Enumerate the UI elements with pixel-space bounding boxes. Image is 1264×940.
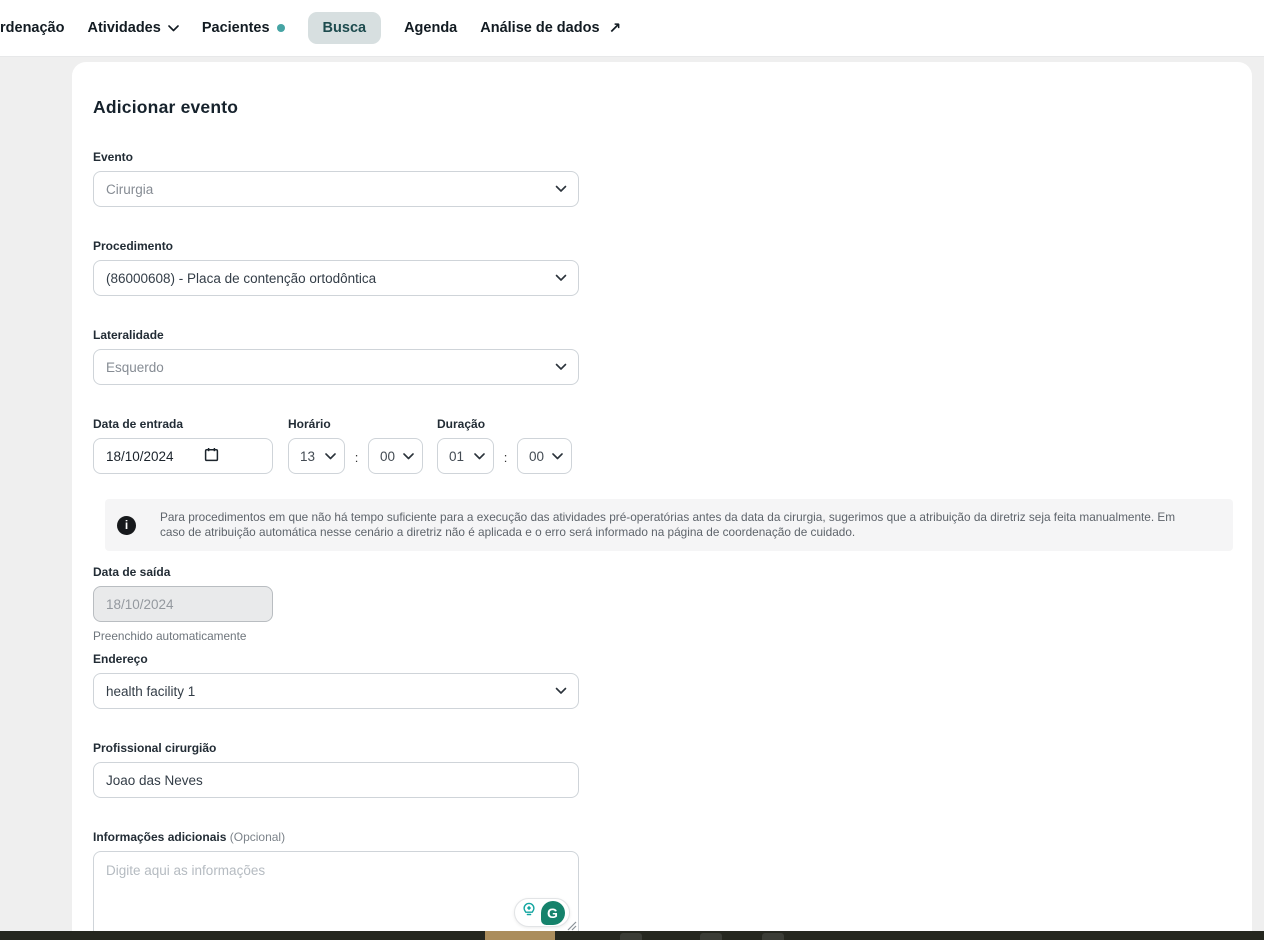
evento-label: Evento <box>93 150 1231 164</box>
nav-item-label: Análise de dados <box>480 20 599 36</box>
profissional-value: Joao das Neves <box>106 773 566 788</box>
procedimento-value: (86000608) - Placa de contenção ortodônt… <box>106 271 566 286</box>
field-data-entrada: Data de entrada 18/10/2024 <box>93 417 273 474</box>
informacoes-label: Informações adicionais (Opcional) <box>93 830 1231 844</box>
nav-item-agenda[interactable]: Agenda <box>404 20 457 36</box>
bottom-bar-item <box>620 933 642 940</box>
bottom-bar-highlight <box>485 931 555 940</box>
procedimento-label: Procedimento <box>93 239 1231 253</box>
nav-item-label: Pacientes <box>202 20 270 36</box>
top-navigation: rdenação Atividades Pacientes Busca Agen… <box>0 0 1264 57</box>
procedimento-select[interactable]: (86000608) - Placa de contenção ortodônt… <box>93 260 579 296</box>
nav-item-analise-de-dados[interactable]: Análise de dados ↗ <box>480 19 621 37</box>
notification-dot-icon <box>277 24 285 32</box>
horario-separator: : <box>345 450 368 465</box>
field-horario: Horário 13 : 00 <box>288 417 423 474</box>
nav-item-label: Agenda <box>404 20 457 36</box>
duracao-minute-value: 00 <box>529 449 552 464</box>
informacoes-textarea-wrap: G <box>93 851 579 938</box>
lateralidade-select[interactable]: Esquerdo <box>93 349 579 385</box>
field-lateralidade: Lateralidade Esquerdo <box>93 328 1231 385</box>
field-endereco: Endereço health facility 1 <box>93 652 1231 709</box>
chevron-down-icon <box>555 185 567 193</box>
data-saida-helper: Preenchido automaticamente <box>93 629 1231 643</box>
calendar-icon[interactable] <box>204 447 219 465</box>
profissional-label: Profissional cirurgião <box>93 741 1231 755</box>
field-profissional: Profissional cirurgião Joao das Neves <box>93 741 1231 798</box>
chevron-down-icon <box>168 25 179 32</box>
external-link-icon: ↗ <box>609 19 622 37</box>
nav-item-coordenacao[interactable]: rdenação <box>0 20 64 36</box>
field-data-saida: Data de saída 18/10/2024 Preenchido auto… <box>93 565 1231 643</box>
field-evento: Evento Cirurgia <box>93 150 1231 207</box>
data-saida-input-disabled: 18/10/2024 <box>93 586 273 622</box>
lateralidade-label: Lateralidade <box>93 328 1231 342</box>
data-entrada-input[interactable]: 18/10/2024 <box>93 438 273 474</box>
duracao-hour-select[interactable]: 01 <box>437 438 494 474</box>
bottom-bar-item <box>700 933 722 940</box>
horario-minute-select[interactable]: 00 <box>368 438 423 474</box>
profissional-input[interactable]: Joao das Neves <box>93 762 579 798</box>
datetime-row: Data de entrada 18/10/2024 Horário 13 <box>93 417 1231 474</box>
info-banner: i Para procedimentos em que não há tempo… <box>105 499 1233 551</box>
page-title: Adicionar evento <box>93 97 1231 118</box>
informacoes-textarea[interactable] <box>93 851 579 938</box>
horario-hour-value: 13 <box>300 449 325 464</box>
evento-select[interactable]: Cirurgia <box>93 171 579 207</box>
chevron-down-icon <box>555 274 567 282</box>
info-banner-text: Para procedimentos em que não há tempo s… <box>160 510 1203 541</box>
nav-item-label: Atividades <box>87 20 160 36</box>
informacoes-optional-text: (Opcional) <box>230 830 285 844</box>
chevron-down-icon <box>403 453 414 460</box>
grammarly-g-icon: G <box>541 901 565 925</box>
chevron-down-icon <box>474 453 485 460</box>
duracao-separator: : <box>494 450 517 465</box>
horario-label: Horário <box>288 417 423 431</box>
bottom-system-bar <box>0 931 1264 940</box>
endereco-select[interactable]: health facility 1 <box>93 673 579 709</box>
field-procedimento: Procedimento (86000608) - Placa de conte… <box>93 239 1231 296</box>
data-entrada-label: Data de entrada <box>93 417 273 431</box>
data-entrada-value: 18/10/2024 <box>106 449 260 464</box>
field-duracao: Duração 01 : 00 <box>437 417 572 474</box>
field-informacoes-adicionais: Informações adicionais (Opcional) G <box>93 830 1231 938</box>
duracao-minute-select[interactable]: 00 <box>517 438 572 474</box>
duracao-label: Duração <box>437 417 572 431</box>
data-saida-value: 18/10/2024 <box>106 597 260 612</box>
endereco-label: Endereço <box>93 652 1231 666</box>
nav-item-busca-active[interactable]: Busca <box>308 12 382 44</box>
add-event-card: Adicionar evento Evento Cirurgia Procedi… <box>72 62 1252 940</box>
nav-item-label: rdenação <box>0 20 64 36</box>
info-icon: i <box>117 516 136 535</box>
nav-item-label: Busca <box>323 20 367 36</box>
nav-item-pacientes[interactable]: Pacientes <box>202 20 285 36</box>
chevron-down-icon <box>552 453 563 460</box>
nav-item-atividades[interactable]: Atividades <box>87 20 178 36</box>
horario-hour-select[interactable]: 13 <box>288 438 345 474</box>
chevron-down-icon <box>325 453 336 460</box>
lateralidade-value: Esquerdo <box>106 360 566 375</box>
bottom-bar-item <box>762 933 784 940</box>
grammarly-suggestion-bulb-icon <box>520 901 538 924</box>
informacoes-label-text: Informações adicionais <box>93 830 226 844</box>
endereco-value: health facility 1 <box>106 684 566 699</box>
evento-value: Cirurgia <box>106 182 566 197</box>
horario-minute-value: 00 <box>380 449 403 464</box>
chevron-down-icon <box>555 687 567 695</box>
grammarly-widget[interactable]: G <box>514 898 570 927</box>
duracao-hour-value: 01 <box>449 449 474 464</box>
chevron-down-icon <box>555 363 567 371</box>
data-saida-label: Data de saída <box>93 565 1231 579</box>
